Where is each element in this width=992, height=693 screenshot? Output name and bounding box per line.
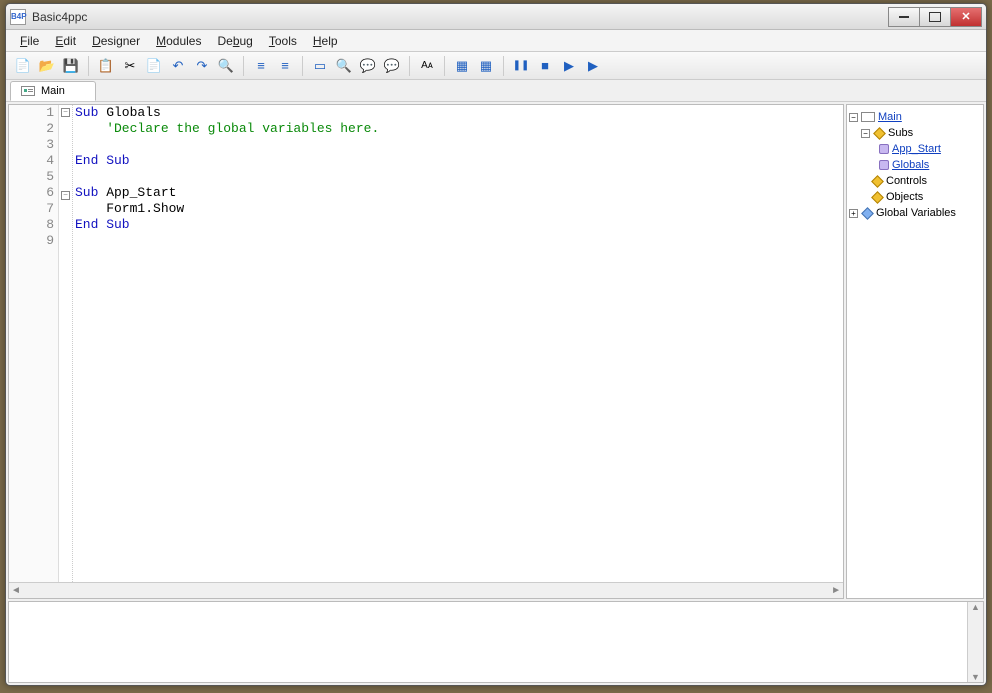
menu-designer[interactable]: Designer [84, 32, 148, 50]
menu-edit[interactable]: Edit [47, 32, 84, 50]
menubar: File Edit Designer Modules Debug Tools H… [6, 30, 986, 52]
tab-main[interactable]: Main [10, 81, 96, 101]
save-button[interactable]: 💾 [60, 55, 82, 77]
code-line[interactable]: End Sub [75, 217, 843, 233]
tree-label: Controls [886, 175, 927, 187]
scroll-left-icon[interactable]: ◄ [11, 585, 21, 596]
tree-toggle[interactable]: − [849, 113, 858, 122]
minimize-button[interactable] [888, 7, 920, 27]
copy-button[interactable]: 📋 [95, 55, 117, 77]
toolbar-separator [302, 56, 303, 76]
indent-button[interactable]: ≡ [274, 55, 296, 77]
module-icon [21, 86, 35, 96]
run-button[interactable]: ▶ [582, 55, 604, 77]
scroll-right-icon[interactable]: ► [831, 585, 841, 596]
code-line[interactable]: Form1.Show [75, 201, 843, 217]
tree-label[interactable]: Main [878, 111, 902, 123]
outdent-button[interactable]: ≡ [250, 55, 272, 77]
code-line[interactable]: 'Declare the global variables here. [75, 121, 843, 137]
toolbar-separator [444, 56, 445, 76]
tree-node-app-start[interactable]: App_Start [849, 141, 981, 157]
design-button[interactable]: 🔍 [333, 55, 355, 77]
main-area: 123456789 −− Sub Globals 'Declare the gl… [6, 102, 986, 601]
scroll-down-icon[interactable]: ▼ [971, 672, 980, 682]
new-button[interactable]: 📄 [12, 55, 34, 77]
open-button[interactable]: 📂 [36, 55, 58, 77]
menu-file[interactable]: File [12, 32, 47, 50]
bookmark-next-button[interactable]: ▦ [475, 55, 497, 77]
code-line[interactable] [75, 169, 843, 185]
fold-column[interactable]: −− [59, 105, 73, 582]
tree-node-global-variables[interactable]: + Global Variables [849, 205, 981, 221]
fold-toggle[interactable]: − [61, 108, 70, 117]
tree-label: Objects [886, 191, 923, 203]
titlebar[interactable]: B4P Basic4ppc [6, 4, 986, 30]
code-line[interactable] [75, 137, 843, 153]
toolbar: 📄 📂 💾 📋 ✂ 📄 ↶ ↷ 🔍 ≡ ≡ ▭ 🔍 💬 💬 Aᴀ ▦ ▦ ❚❚ … [6, 52, 986, 80]
tree-node-globals[interactable]: Globals [849, 157, 981, 173]
close-button[interactable] [950, 7, 982, 27]
code-line[interactable]: End Sub [75, 153, 843, 169]
pause-button[interactable]: ❚❚ [510, 55, 532, 77]
font-button[interactable]: Aᴀ [416, 55, 438, 77]
sub-icon [879, 160, 889, 170]
app-icon: B4P [10, 9, 26, 25]
code-editor[interactable]: 123456789 −− Sub Globals 'Declare the gl… [9, 105, 843, 582]
code-line[interactable]: Sub App_Start [75, 185, 843, 201]
tree-node-subs[interactable]: − Subs [849, 125, 981, 141]
find-button[interactable]: 🔍 [215, 55, 237, 77]
tabbar: Main [6, 80, 986, 102]
tree-toggle[interactable]: − [861, 129, 870, 138]
step-button[interactable]: ▶ [558, 55, 580, 77]
project-tree[interactable]: − Main − Subs App_Start Globals [846, 104, 984, 599]
code-line[interactable] [75, 233, 843, 249]
menu-modules[interactable]: Modules [148, 32, 209, 50]
cut-button[interactable]: ✂ [119, 55, 141, 77]
module-icon [861, 112, 875, 122]
menu-debug[interactable]: Debug [209, 32, 260, 50]
toolbar-separator [503, 56, 504, 76]
horizontal-scrollbar[interactable]: ◄ ► [9, 582, 843, 598]
toolbar-separator [243, 56, 244, 76]
tree-node-controls[interactable]: Controls [849, 173, 981, 189]
toolbar-separator [88, 56, 89, 76]
diamond-icon [871, 191, 884, 204]
tab-label: Main [41, 85, 65, 97]
redo-button[interactable]: ↷ [191, 55, 213, 77]
window-title: Basic4ppc [32, 10, 87, 24]
scroll-up-icon[interactable]: ▲ [971, 602, 980, 612]
vertical-scrollbar[interactable]: ▲ ▼ [967, 602, 983, 682]
undo-button[interactable]: ↶ [167, 55, 189, 77]
bookmark-toggle-button[interactable]: ▦ [451, 55, 473, 77]
window-controls [889, 7, 982, 27]
diamond-icon [873, 127, 886, 140]
toolbar-separator [409, 56, 410, 76]
tree-node-objects[interactable]: Objects [849, 189, 981, 205]
code-line[interactable]: Sub Globals [75, 105, 843, 121]
editor-pane: 123456789 −− Sub Globals 'Declare the gl… [8, 104, 844, 599]
form-button[interactable]: ▭ [309, 55, 331, 77]
stop-button[interactable]: ■ [534, 55, 556, 77]
menu-tools[interactable]: Tools [261, 32, 305, 50]
maximize-button[interactable] [919, 7, 951, 27]
sub-icon [879, 144, 889, 154]
line-gutter: 123456789 [9, 105, 59, 582]
comment-button[interactable]: 💬 [357, 55, 379, 77]
tree-label: Subs [888, 127, 913, 139]
fold-toggle[interactable]: − [61, 191, 70, 200]
uncomment-button[interactable]: 💬 [381, 55, 403, 77]
paste-button[interactable]: 📄 [143, 55, 165, 77]
menu-help[interactable]: Help [305, 32, 346, 50]
tree-toggle[interactable]: + [849, 209, 858, 218]
tree-label: Global Variables [876, 207, 956, 219]
app-window: B4P Basic4ppc File Edit Designer Modules… [5, 3, 987, 686]
tree-label[interactable]: App_Start [892, 143, 941, 155]
tree-node-main[interactable]: − Main [849, 109, 981, 125]
diamond-icon [871, 175, 884, 188]
tree-label[interactable]: Globals [892, 159, 929, 171]
code-lines[interactable]: Sub Globals 'Declare the global variable… [73, 105, 843, 582]
diamond-icon [861, 207, 874, 220]
output-pane[interactable]: ▲ ▼ [8, 601, 984, 683]
